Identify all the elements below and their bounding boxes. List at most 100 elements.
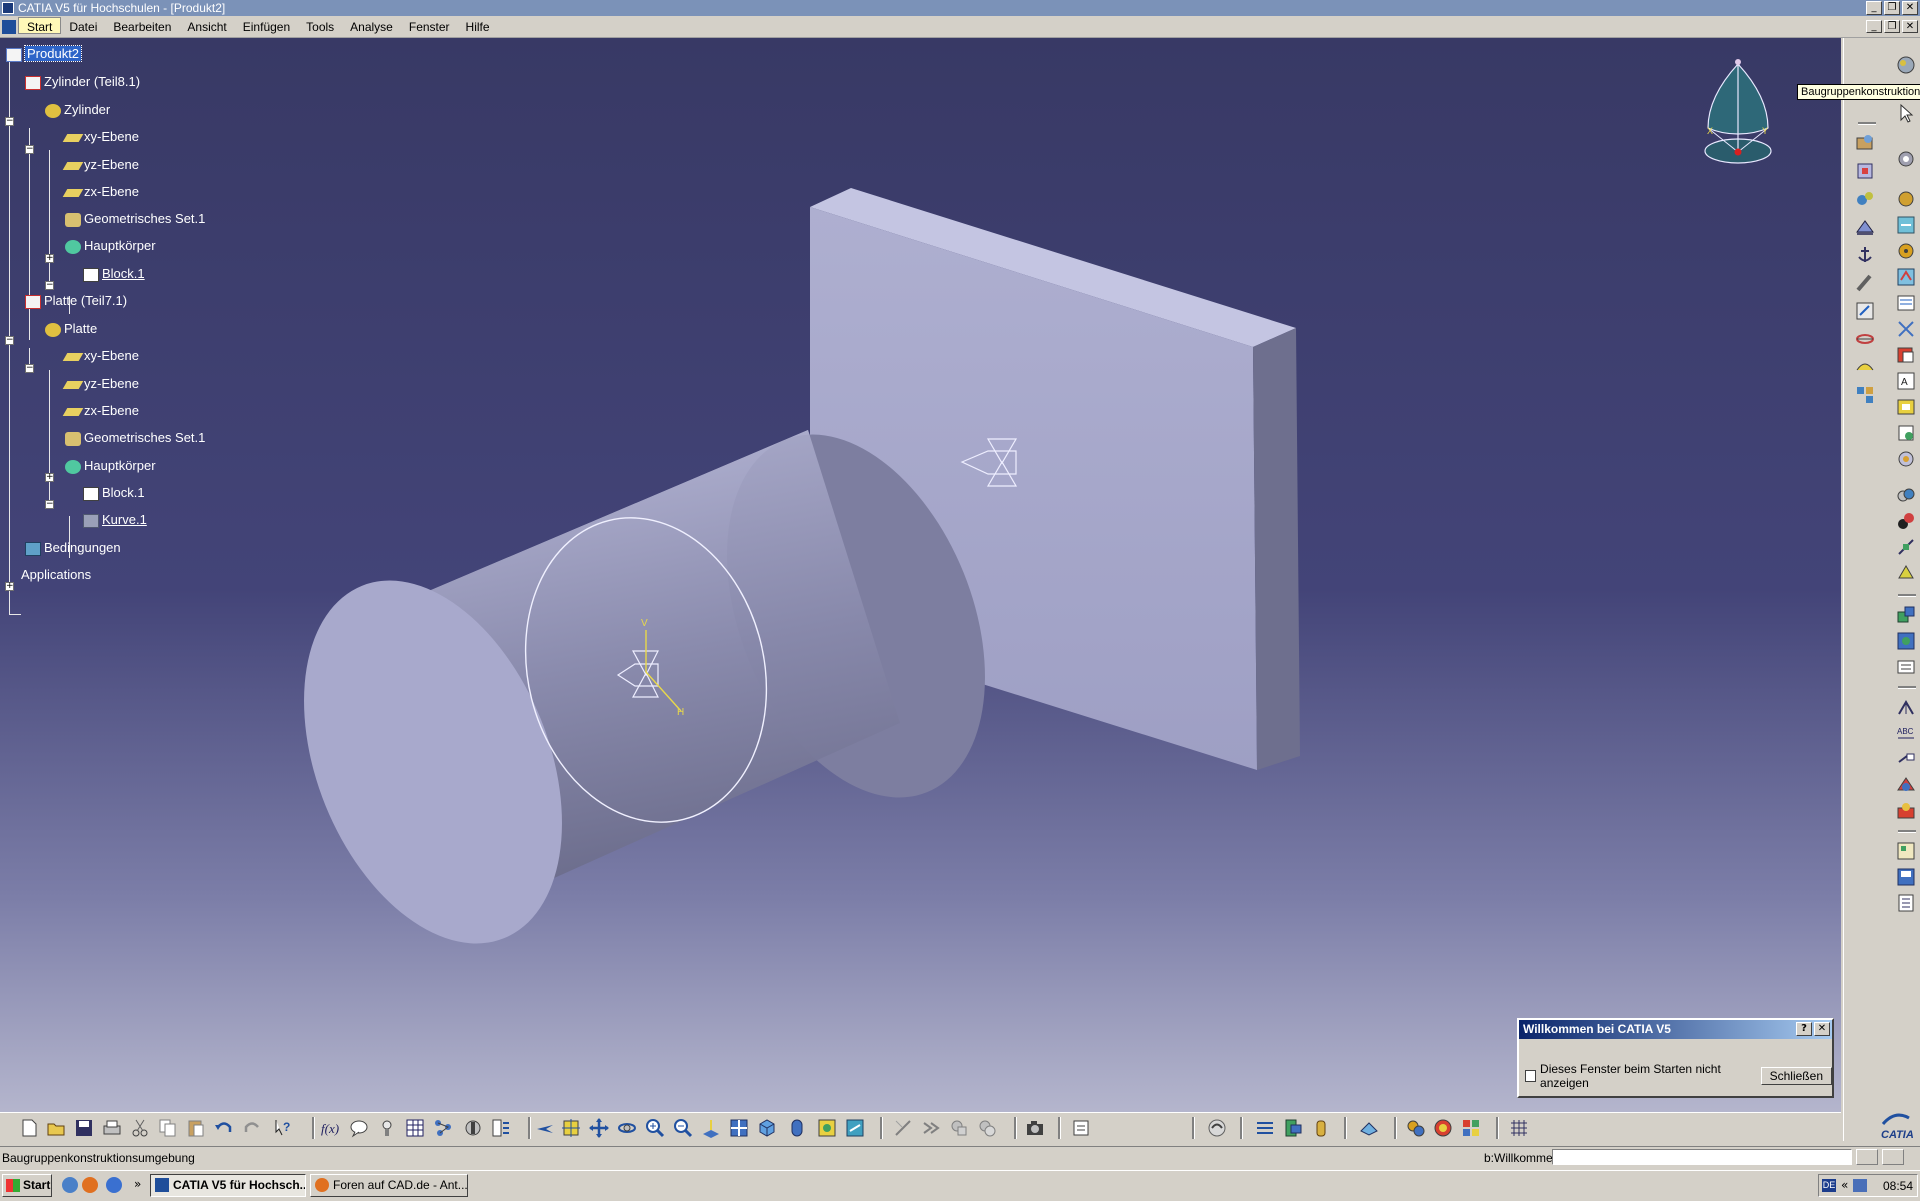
new-product-icon[interactable]	[1854, 160, 1876, 182]
catalog-icon[interactable]	[1895, 344, 1917, 366]
design-table-icon[interactable]	[1895, 892, 1917, 914]
explode-assembly-icon[interactable]	[1254, 1117, 1276, 1139]
sim-icon[interactable]	[1070, 1117, 1092, 1139]
quicklaunch-overflow-icon[interactable]: »	[134, 1177, 141, 1191]
firefox-quicklaunch-icon[interactable]	[82, 1177, 98, 1193]
expand-toggle[interactable]: +	[45, 473, 54, 482]
network-icon[interactable]	[1853, 1179, 1867, 1192]
rotate-icon[interactable]	[616, 1117, 638, 1139]
symmetry-icon[interactable]	[1895, 318, 1917, 340]
bill-of-material-icon[interactable]	[1895, 292, 1917, 314]
clock[interactable]: 08:54	[1883, 1179, 1913, 1193]
tree-node-platte-instance[interactable]: Platte (Teil7.1)	[25, 292, 127, 310]
expand-toggle[interactable]: −	[25, 145, 34, 154]
catia-app-icon[interactable]	[2, 2, 14, 14]
document-icon[interactable]	[2, 20, 16, 34]
expand-toggle[interactable]: +	[5, 582, 14, 591]
tree-node-feature[interactable]: Block.1	[83, 265, 145, 283]
table-icon[interactable]	[404, 1117, 426, 1139]
capture-icon[interactable]	[1024, 1117, 1046, 1139]
pan-icon[interactable]	[588, 1117, 610, 1139]
tree-node-geoset[interactable]: Geometrisches Set.1	[65, 429, 205, 447]
existing-component-icon[interactable]	[1854, 216, 1876, 238]
menu-fenster[interactable]: Fenster	[401, 17, 458, 37]
normal-view-icon[interactable]	[700, 1117, 722, 1139]
reorder-icon[interactable]	[1895, 266, 1917, 288]
menu-tools[interactable]: Tools	[298, 17, 342, 37]
tree-node-feature[interactable]: Block.1	[83, 484, 145, 502]
measure-icon[interactable]	[1895, 562, 1917, 584]
contact-constraint-icon[interactable]	[1854, 356, 1876, 378]
macro-icon[interactable]	[462, 1117, 484, 1139]
text-template-icon[interactable]: A	[1895, 370, 1917, 392]
expand-toggle[interactable]: −	[5, 336, 14, 345]
start-button[interactable]: Start	[2, 1174, 52, 1197]
compass-icon[interactable]: X Y	[1696, 48, 1776, 168]
replace-component-icon[interactable]	[1895, 214, 1917, 236]
publication-icon[interactable]	[1895, 422, 1917, 444]
measure-inertia-icon[interactable]	[948, 1117, 970, 1139]
print-icon[interactable]	[101, 1117, 123, 1139]
fit-all-icon[interactable]	[560, 1117, 582, 1139]
tree-node-platte-part[interactable]: Platte	[45, 320, 97, 338]
tree-node-geoset[interactable]: Geometrisches Set.1	[65, 210, 205, 228]
hole-icon[interactable]	[1895, 630, 1917, 652]
tree-node-applications[interactable]: Applications	[21, 566, 91, 584]
annotation-arrow-icon[interactable]	[1895, 696, 1917, 718]
tree-node-plane[interactable]: zx-Ebene	[62, 402, 139, 420]
clash-check-icon[interactable]	[1310, 1117, 1332, 1139]
tree-node-plane[interactable]: yz-Ebene	[62, 156, 139, 174]
tree-node-plane[interactable]: xy-Ebene	[62, 347, 139, 365]
text-annotation-icon[interactable]: ABC	[1895, 722, 1917, 744]
offset-constraint-icon[interactable]	[1854, 384, 1876, 406]
minimize-button[interactable]: _	[1866, 1, 1882, 15]
dont-show-checkbox[interactable]	[1525, 1070, 1537, 1082]
command-input[interactable]	[1552, 1149, 1852, 1165]
whats-this-icon[interactable]: ?	[272, 1117, 294, 1139]
graph-tree-icon[interactable]	[1895, 240, 1917, 262]
component-list-icon[interactable]	[1895, 396, 1917, 418]
desktop-quicklaunch-icon[interactable]	[62, 1177, 78, 1193]
expand-toggle[interactable]: +	[45, 254, 54, 263]
close-button[interactable]: ✕	[1902, 1, 1918, 15]
menu-hilfe[interactable]: Hilfe	[458, 17, 498, 37]
zoom-in-icon[interactable]	[644, 1117, 666, 1139]
swap-space-icon[interactable]	[844, 1117, 866, 1139]
fly-mode-icon[interactable]	[534, 1117, 556, 1139]
iso-view-icon[interactable]	[756, 1117, 778, 1139]
anchor-icon[interactable]	[1854, 244, 1876, 266]
update-icon[interactable]	[1206, 1117, 1228, 1139]
help-button[interactable]: ?	[1796, 1022, 1812, 1036]
hide-show-icon[interactable]	[816, 1117, 838, 1139]
expand-toggle[interactable]: −	[25, 364, 34, 373]
knowledge-icon[interactable]	[376, 1117, 398, 1139]
distance-icon[interactable]	[1895, 536, 1917, 558]
tree-node-plane[interactable]: yz-Ebene	[62, 375, 139, 393]
dialog-close-button[interactable]: ✕	[1814, 1022, 1830, 1036]
comment-icon[interactable]	[348, 1117, 370, 1139]
split-icon[interactable]	[1895, 604, 1917, 626]
taskbar-firefox-button[interactable]: Foren auf CAD.de - Ant...	[310, 1174, 468, 1197]
restore-button[interactable]: ❐	[1884, 1, 1900, 15]
copy-icon[interactable]	[157, 1117, 179, 1139]
new-file-icon[interactable]	[18, 1117, 40, 1139]
expand-toggle[interactable]: −	[5, 117, 14, 126]
pocket-icon[interactable]	[1895, 656, 1917, 678]
list-icon[interactable]	[490, 1117, 512, 1139]
tree-node-body[interactable]: Hauptkörper	[65, 457, 156, 475]
language-indicator[interactable]: DE	[1822, 1179, 1836, 1192]
open-folder-icon[interactable]	[45, 1117, 67, 1139]
scene-icon[interactable]	[1895, 774, 1917, 796]
fix-component-icon[interactable]	[1895, 188, 1917, 210]
manipulate-icon[interactable]	[1854, 272, 1876, 294]
menu-datei[interactable]: Datei	[61, 17, 105, 37]
3d-viewport[interactable]: V H − − + − − − + − + Produkt2 Zylinder …	[0, 38, 1841, 1141]
select-arrow-icon[interactable]	[1895, 102, 1917, 124]
menu-ansicht[interactable]: Ansicht	[179, 17, 234, 37]
shading-icon[interactable]	[786, 1117, 808, 1139]
zoom-out-icon[interactable]	[672, 1117, 694, 1139]
menu-bearbeiten[interactable]: Bearbeiten	[105, 17, 179, 37]
doc-close-button[interactable]: ✕	[1902, 20, 1918, 33]
schliessen-button[interactable]: Schließen	[1760, 1067, 1832, 1085]
multi-view-icon[interactable]	[728, 1117, 750, 1139]
